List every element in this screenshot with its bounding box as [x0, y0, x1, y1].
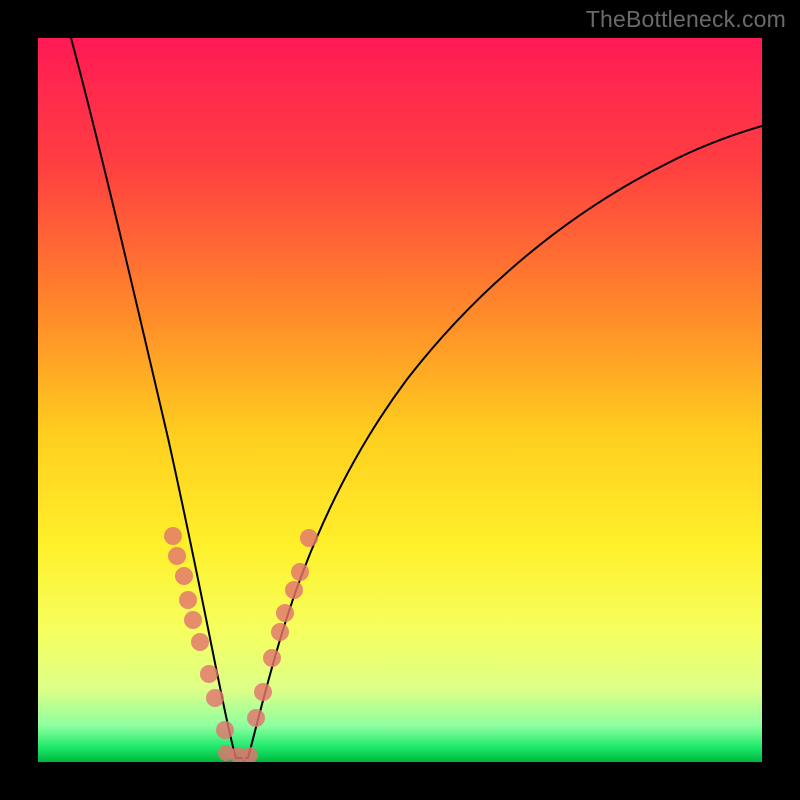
marker-cluster [164, 527, 318, 762]
plot-area [38, 38, 762, 762]
chart-frame: TheBottleneck.com [0, 0, 800, 800]
watermark-text: TheBottleneck.com [586, 6, 786, 33]
v-curve [71, 38, 762, 758]
curve-layer [38, 38, 762, 762]
